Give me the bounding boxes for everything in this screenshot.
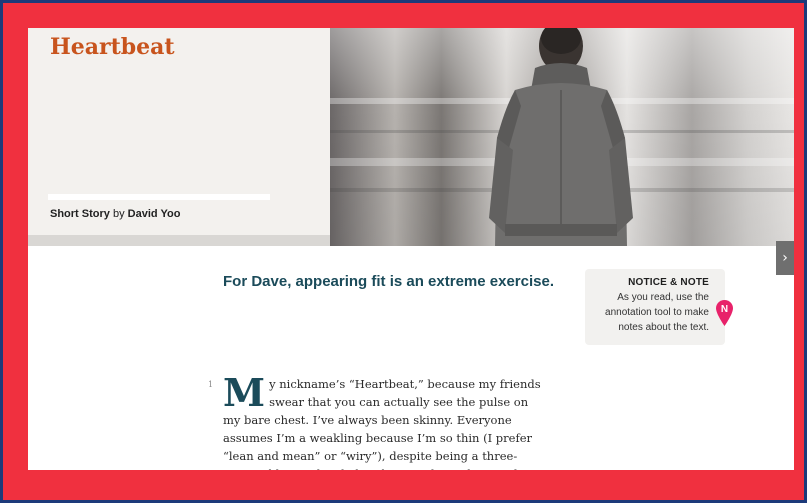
drop-cap: M <box>223 370 266 415</box>
chevron-right-icon: › <box>782 250 788 266</box>
byline-by: by <box>112 208 125 220</box>
hero-image <box>330 28 794 246</box>
story-subtitle: For Dave, appearing fit is an extreme ex… <box>223 273 554 290</box>
paragraph-text: y nickname’s “Heartbeat,” because my fri… <box>223 377 541 470</box>
reader-page: Heartbeat Short Story by David Yoo For D… <box>28 28 794 470</box>
hero-strip <box>28 235 330 246</box>
notice-note-pin-letter: N <box>721 304 728 315</box>
title-rule <box>48 194 270 200</box>
hero-title-panel: Heartbeat Short Story by David Yoo <box>28 28 330 246</box>
notice-note-title: NOTICE & NOTE <box>628 277 709 288</box>
hooded-person-figure <box>489 28 633 246</box>
story-paragraph[interactable]: My nickname’s “Heartbeat,” because my fr… <box>223 370 543 471</box>
next-page-button[interactable]: › <box>776 241 794 275</box>
genre-label: Short Story <box>50 208 110 220</box>
notice-note-body: As you read, use the annotation tool to … <box>605 292 709 333</box>
author-name: David Yoo <box>127 208 181 220</box>
notice-and-note-box: NOTICE & NOTE As you read, use the annot… <box>585 269 725 345</box>
byline: Short Story by David Yoo <box>50 208 180 220</box>
paragraph-number: 1 <box>208 380 214 389</box>
story-title: Heartbeat <box>50 34 175 60</box>
notice-note-pin-icon: N <box>716 300 733 326</box>
